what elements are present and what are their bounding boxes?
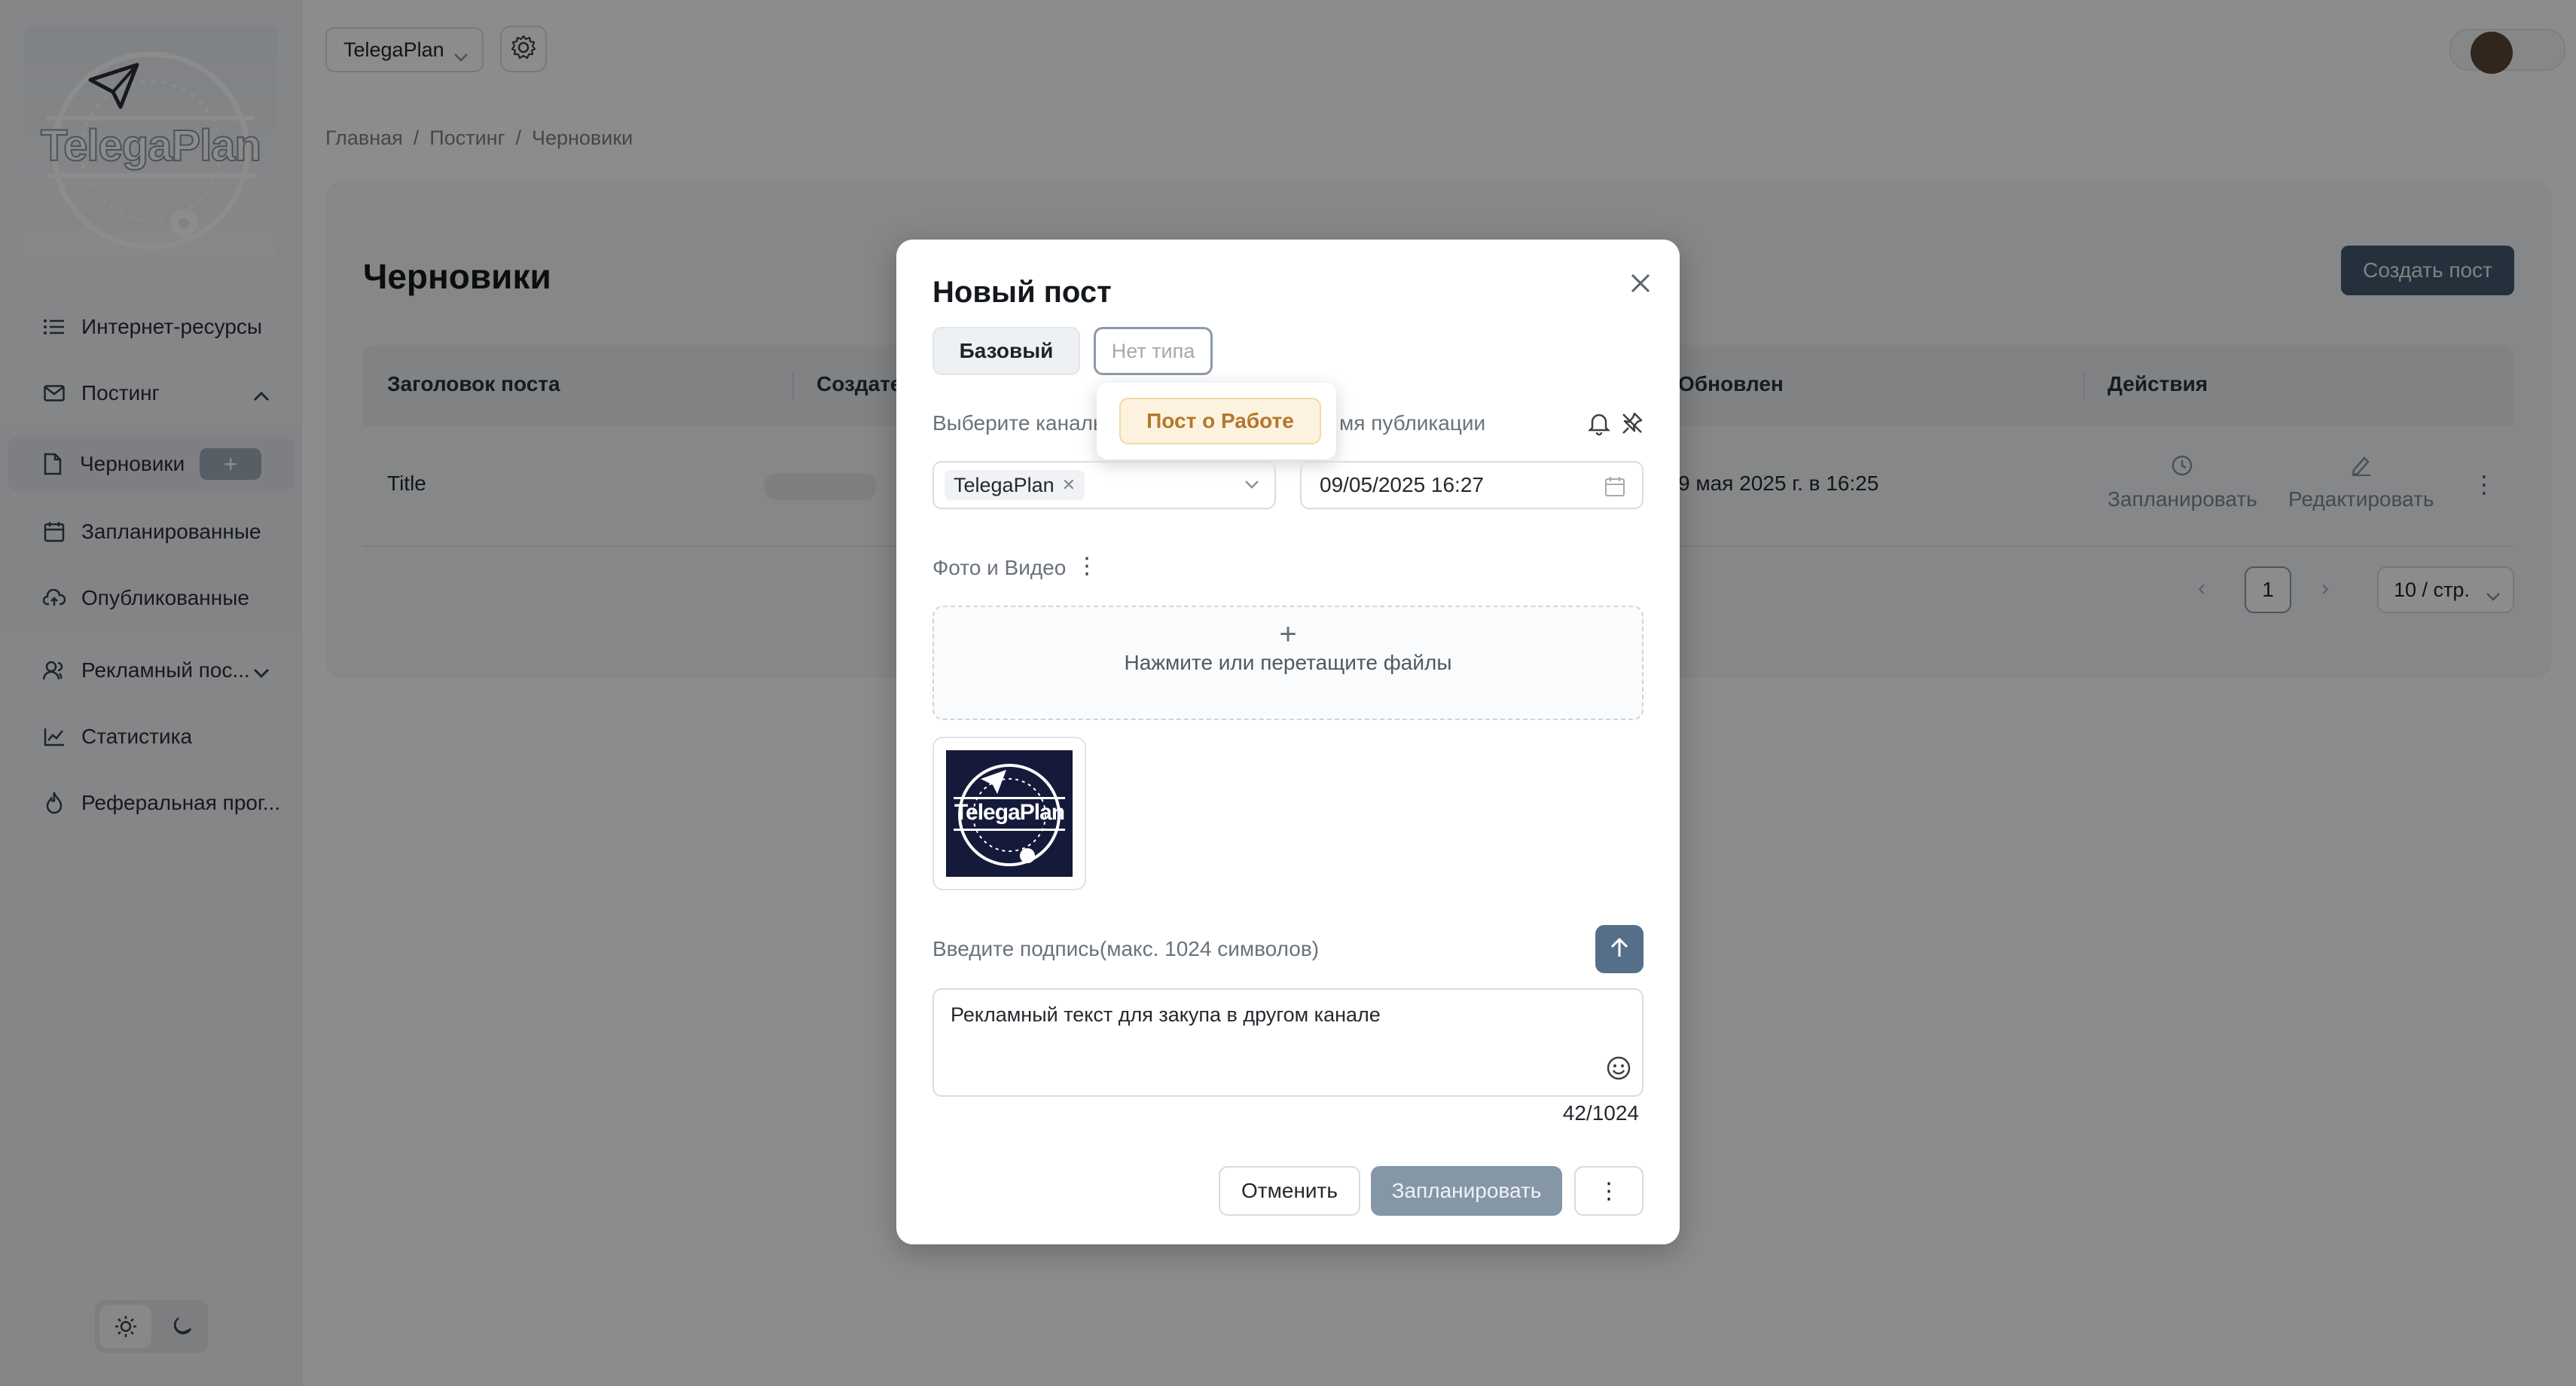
media-label: Фото и Видео <box>932 556 1067 579</box>
channel-tag-label: TelegaPlan <box>954 473 1055 496</box>
cancel-button[interactable]: Отменить <box>1219 1166 1360 1216</box>
caption-text: Рекламный текст для закупа в другом кана… <box>951 1003 1381 1026</box>
publish-time-label: мя публикации <box>1339 411 1486 435</box>
upload-caption-button[interactable] <box>1595 925 1644 973</box>
emoji-icon[interactable] <box>1606 1055 1631 1086</box>
post-type-dropdown: Пост о Работе <box>1097 383 1336 459</box>
caption-label: Введите подпись(макс. 1024 символов) <box>932 937 1320 960</box>
tab-basic[interactable]: Базовый <box>932 327 1080 375</box>
schedule-button[interactable]: Запланировать <box>1371 1166 1562 1216</box>
upload-hint: Нажмите или перетащите файлы <box>1124 651 1452 674</box>
character-counter: 42/1024 <box>1562 1101 1639 1125</box>
publish-datetime-input[interactable]: 09/05/2025 16:27 <box>1300 461 1644 509</box>
calendar-icon[interactable] <box>1604 476 1625 502</box>
bell-icon[interactable] <box>1587 411 1611 439</box>
caption-textarea[interactable]: Рекламный текст для закупа в другом кана… <box>932 988 1644 1097</box>
arrow-up-icon <box>1610 937 1629 962</box>
post-type-select[interactable]: Нет типа <box>1094 327 1213 375</box>
channel-select[interactable]: TelegaPlan ✕ <box>932 461 1276 509</box>
plus-icon: + <box>1279 618 1297 651</box>
modal-title: Новый пост <box>932 276 1112 309</box>
post-type-option-job[interactable]: Пост о Работе <box>1119 398 1321 444</box>
chevron-down-icon <box>1244 479 1259 493</box>
channel-label: Выберите каналь <box>932 411 1104 435</box>
file-upload-dropzone[interactable]: + Нажмите или перетащите файлы <box>932 606 1644 720</box>
thumbnail-image: TelegaPlan <box>946 750 1073 877</box>
close-icon[interactable] <box>1624 267 1657 300</box>
publish-datetime-value: 09/05/2025 16:27 <box>1320 473 1484 496</box>
media-more-icon[interactable]: ⋮ <box>1076 553 1098 579</box>
pin-off-icon[interactable] <box>1621 411 1644 439</box>
remove-tag-icon[interactable]: ✕ <box>1062 475 1076 495</box>
more-options-button[interactable]: ⋮ <box>1574 1166 1644 1216</box>
media-thumbnail[interactable]: TelegaPlan <box>932 737 1086 890</box>
thumbnail-text: TelegaPlan <box>954 800 1065 825</box>
channel-tag: TelegaPlan ✕ <box>945 470 1085 500</box>
new-post-modal: Новый пост Базовый Нет типа Выберите кан… <box>896 240 1680 1244</box>
